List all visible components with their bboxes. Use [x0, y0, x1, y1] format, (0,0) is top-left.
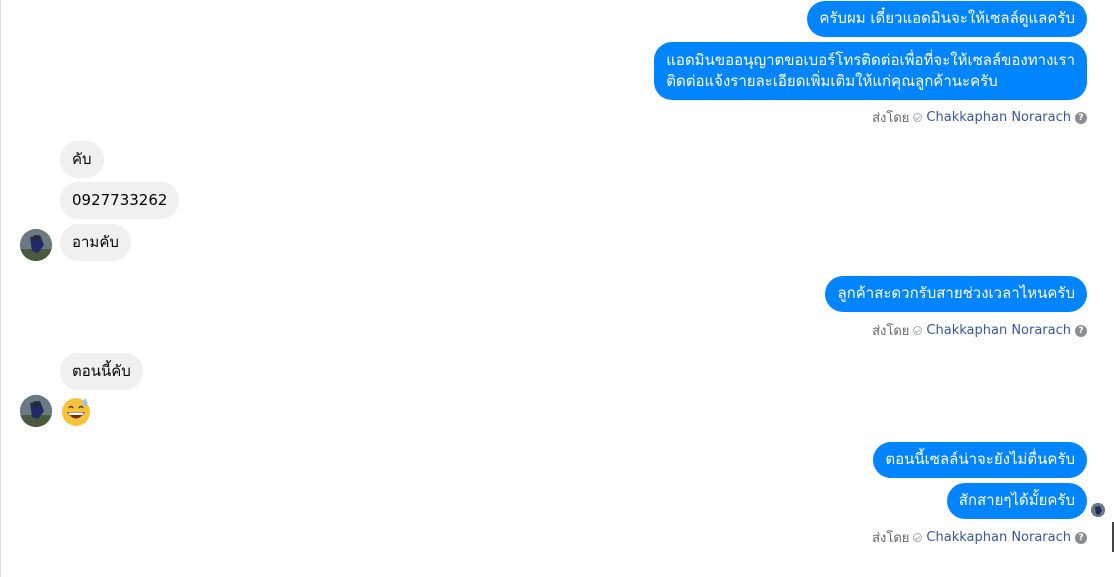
outgoing-message[interactable]: ครับผม เดี๋ยวแอดมินจะให้เซลล์ดูแลครับ — [807, 1, 1087, 37]
message-text: ตอนนี้คับ — [72, 362, 131, 380]
sender-name[interactable]: Chakkaphan Norarach — [926, 323, 1071, 338]
message-text: อามคับ — [72, 233, 119, 251]
incoming-message[interactable]: 0927733262 — [60, 182, 180, 219]
incoming-message[interactable]: ตอนนี้คับ — [60, 353, 143, 390]
question-icon[interactable]: ? — [1075, 531, 1087, 544]
outgoing-message[interactable]: แอดมินขออนุญาตขอเบอร์โทรติดต่อเพื่อที่จะ… — [654, 42, 1087, 100]
message-text-line: ติดต่อแจ้งรายละเอียดเพิ่มเติมให้แก่คุณลู… — [666, 72, 998, 90]
sent-by-row: ส่งโดย Chakkaphan Norarach ? — [872, 527, 1087, 548]
outgoing-message[interactable]: สักสายๆได้มั้ยครับ — [946, 483, 1087, 519]
sent-by-label: ส่งโดย — [872, 111, 910, 126]
incoming-message[interactable]: คับ — [60, 141, 104, 178]
seen-avatar — [1091, 503, 1105, 517]
sent-by-row: ส่งโดย Chakkaphan Norarach ? — [872, 320, 1087, 341]
outgoing-message[interactable]: ตอนนี้เซลล์น่าจะยังไม่ตื่นครับ — [873, 442, 1087, 478]
chat-thread: ครับผม เดี๋ยวแอดมินจะให้เซลล์ดูแลครับ แอ… — [0, 0, 1114, 577]
message-text: ครับผม เดี๋ยวแอดมินจะให้เซลล์ดูแลครับ — [819, 9, 1075, 27]
check-circle-icon — [913, 326, 923, 335]
message-text: คับ — [72, 150, 92, 168]
message-text: ตอนนี้เซลล์น่าจะยังไม่ตื่นครับ — [885, 450, 1075, 468]
message-text: ลูกค้าสะดวกรับสายช่วงเวลาไหนครับ — [837, 284, 1075, 302]
question-icon[interactable]: ? — [1075, 111, 1087, 124]
contact-avatar[interactable] — [20, 229, 52, 261]
sent-by-label: ส่งโดย — [872, 324, 910, 339]
incoming-message[interactable]: อามคับ — [60, 224, 131, 261]
grinning-face-with-sweat-icon[interactable] — [60, 395, 92, 427]
check-circle-icon — [913, 113, 923, 122]
message-text-line: แอดมินขออนุญาตขอเบอร์โทรติดต่อเพื่อที่จะ… — [666, 51, 1075, 69]
sender-name[interactable]: Chakkaphan Norarach — [926, 530, 1071, 545]
contact-avatar[interactable] — [20, 395, 52, 427]
sender-name[interactable]: Chakkaphan Norarach — [926, 110, 1071, 125]
check-circle-icon — [913, 533, 923, 542]
sent-by-label: ส่งโดย — [872, 531, 910, 546]
message-text: สักสายๆได้มั้ยครับ — [958, 491, 1075, 509]
message-text: 0927733262 — [72, 191, 168, 209]
question-icon[interactable]: ? — [1075, 324, 1087, 337]
sent-by-row: ส่งโดย Chakkaphan Norarach ? — [872, 107, 1087, 128]
outgoing-message[interactable]: ลูกค้าสะดวกรับสายช่วงเวลาไหนครับ — [825, 276, 1087, 312]
